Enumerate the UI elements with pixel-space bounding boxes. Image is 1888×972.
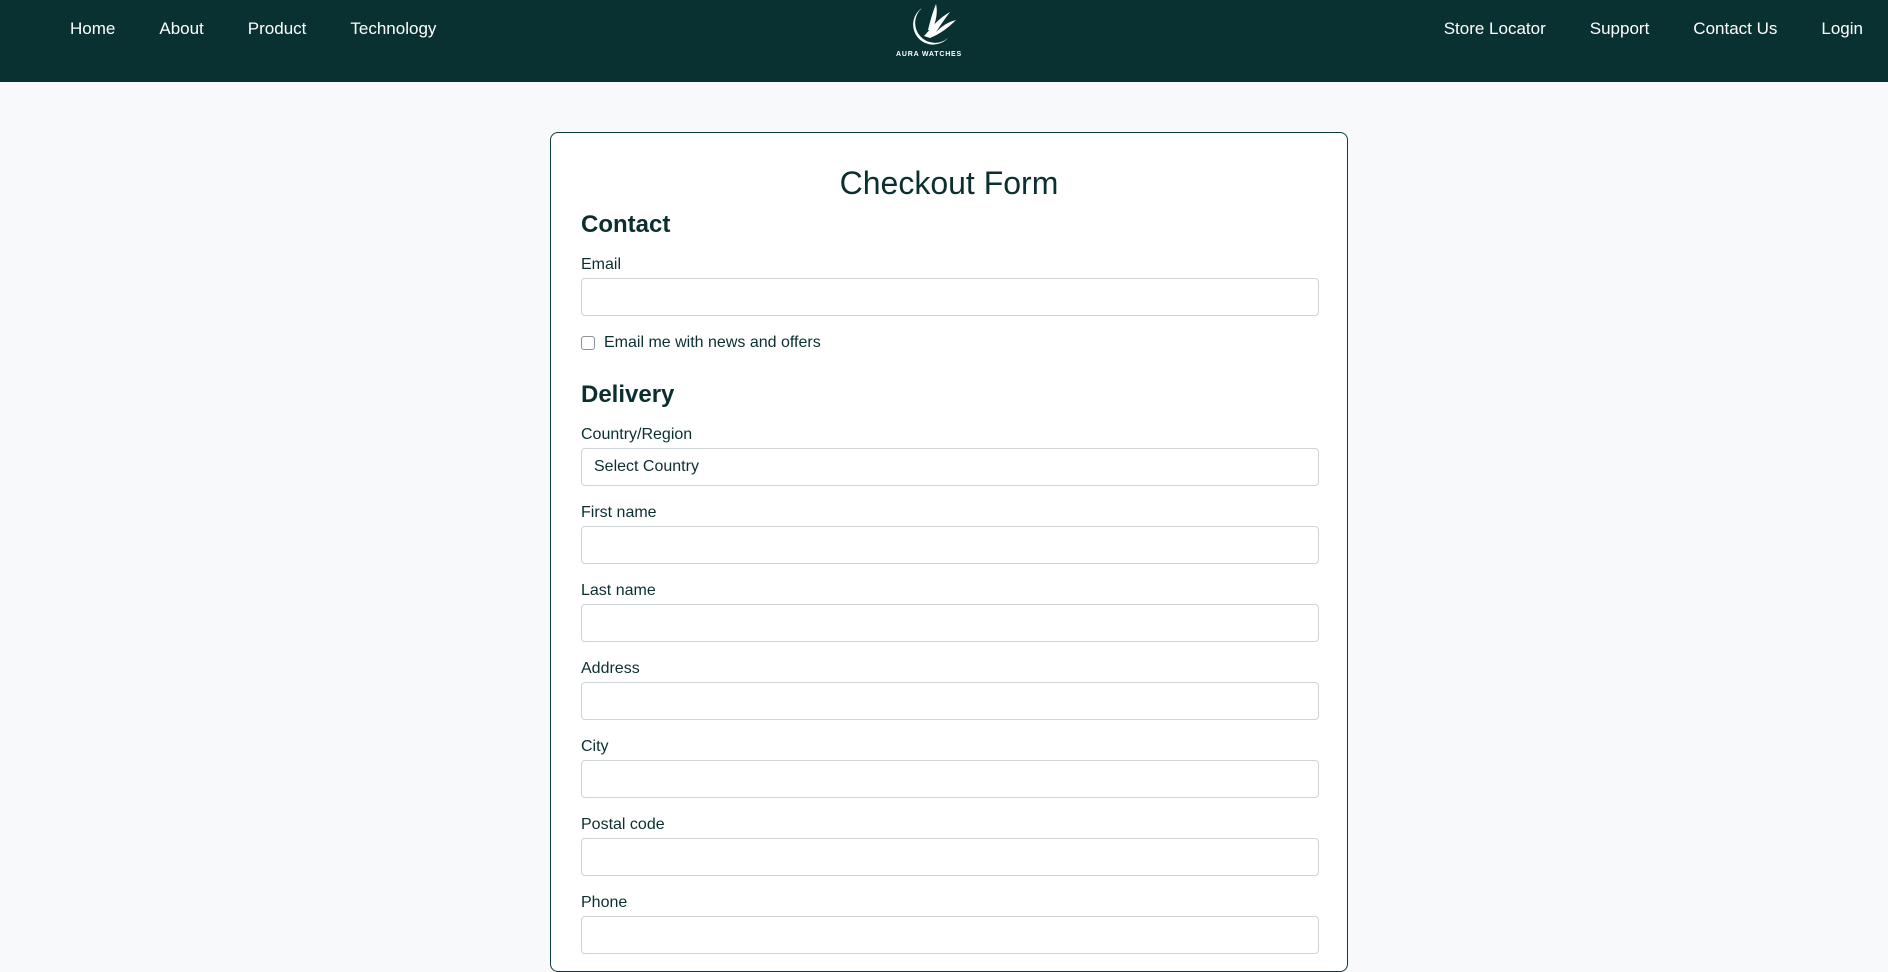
address-label: Address [581, 660, 640, 677]
nav-link-about[interactable]: About [159, 19, 203, 39]
top-navbar: Home About Product Technology AURA WATCH… [0, 0, 1888, 82]
brand-logo-text: AURA WATCHES [896, 51, 962, 58]
phone-label: Phone [581, 894, 628, 911]
page-title: Checkout Form [839, 165, 1059, 201]
newsletter-option[interactable]: Email me with news and offers [581, 334, 821, 352]
nav-link-support[interactable]: Support [1590, 19, 1650, 39]
delivery-heading: Delivery [581, 381, 675, 408]
city-field[interactable] [581, 760, 1319, 798]
nav-link-contact-us[interactable]: Contact Us [1693, 19, 1777, 39]
phone-field[interactable] [581, 916, 1319, 954]
postal-code-field[interactable] [581, 838, 1319, 876]
newsletter-label: Email me with news and offers [604, 334, 821, 351]
country-label: Country/Region [581, 426, 693, 443]
nav-link-login[interactable]: Login [1821, 19, 1863, 39]
address-field[interactable] [581, 682, 1319, 720]
nav-right-links: Store Locator Support Contact Us Login [1400, 0, 1863, 57]
country-select[interactable]: Select Country [581, 448, 1319, 486]
moon-wings-logo-icon [913, 4, 956, 45]
last-name-label: Last name [581, 582, 656, 599]
brand-logo[interactable]: AURA WATCHES [892, 0, 966, 64]
country-select-value: Select Country [594, 458, 699, 475]
checkout-form-card: Checkout Form Contact Email Email me wit… [550, 132, 1348, 972]
postal-code-label: Postal code [581, 816, 665, 833]
nav-link-store-locator[interactable]: Store Locator [1444, 19, 1546, 39]
nav-left-links: Home About Product Technology [70, 0, 480, 57]
contact-heading: Contact [581, 211, 671, 238]
email-field[interactable] [581, 278, 1319, 316]
nav-link-product[interactable]: Product [248, 19, 307, 39]
email-label: Email [581, 256, 622, 273]
city-label: City [581, 738, 609, 755]
last-name-field[interactable] [581, 604, 1319, 642]
first-name-field[interactable] [581, 526, 1319, 564]
first-name-label: First name [581, 504, 657, 521]
newsletter-checkbox[interactable] [581, 336, 595, 350]
nav-link-technology[interactable]: Technology [350, 19, 436, 39]
nav-link-home[interactable]: Home [70, 19, 115, 39]
